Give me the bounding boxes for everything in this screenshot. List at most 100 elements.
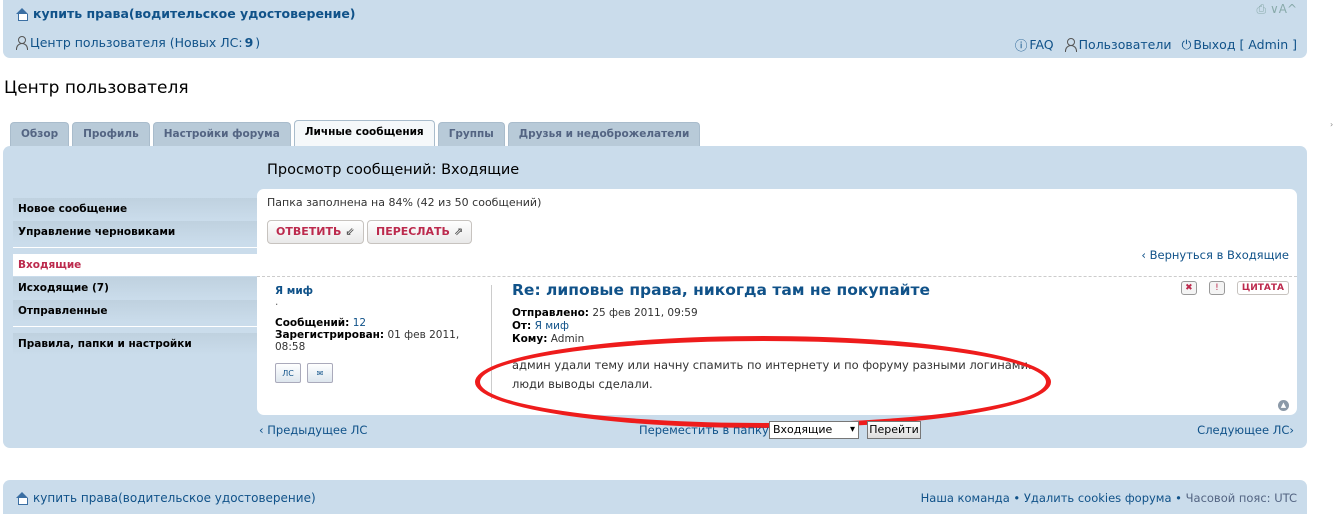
sent-line: Отправлено: 25 фев 2011, 09:59 [512,307,1282,320]
return-label: Вернуться в Входящие [1149,248,1289,262]
home-icon [15,7,29,21]
send-pm-icon[interactable]: ЛС [275,363,301,383]
ucp-panel: Просмотр сообщений: Входящие Новое сообщ… [3,146,1307,448]
author-registered: Зарегистрирован: 01 фев 2011, 08:58 [275,329,485,353]
sidebar-divider [13,247,261,248]
logout-link[interactable]: ⏻ Выход [ Admin ] [1181,37,1297,53]
return-to-inbox-link[interactable]: ‹ Вернуться в Входящие [1141,248,1289,262]
sidebar-item-sent[interactable]: Отправленные [13,300,261,322]
sidebar-divider [13,326,261,327]
message-title[interactable]: Re: липовые права, никогда там не покупа… [512,281,1282,299]
faq-icon: ⓘ [1014,38,1028,53]
breadcrumb[interactable]: купить права(водительское удостоверение) [15,6,356,21]
to-value[interactable]: Admin [551,333,584,345]
user-icon [15,36,28,50]
pm-icon-label: ЛС [282,368,294,378]
prev-label: Предыдущее ЛС [267,423,368,437]
report-icon[interactable]: ! [1208,281,1225,295]
go-button[interactable]: Перейти [867,421,921,439]
breadcrumb-link[interactable]: купить права(водительское удостоверение) [33,6,356,21]
delete-glyph: ✖ [1185,283,1193,293]
timezone-text: Часовой пояс: UTC [1185,491,1297,505]
members-icon [1064,38,1077,52]
tab-private-messages[interactable]: Личные сообщения [293,120,435,146]
tab-profile[interactable]: Профиль [72,122,150,146]
footer-bar: купить права(водительское удостоверение)… [3,480,1307,514]
font-print-controls[interactable]: ⎙ ∨A^ [1257,2,1297,17]
page-title: Центр пользователя [4,78,189,98]
author-rank: · [275,299,279,311]
next-pm-link[interactable]: Следующее ЛС› [1197,423,1294,437]
red-annotation-ellipse [475,336,1051,428]
folder-status: Папка заполнена на 84% (42 из 50 сообщен… [267,196,542,209]
power-icon: ⏻ [1181,36,1192,52]
tab-board-prefs[interactable]: Настройки форума [152,122,291,146]
next-label: Следующее ЛС [1197,423,1290,437]
from-label: От: [512,320,532,332]
email-icon[interactable]: ✉ [307,363,333,383]
forward-label: ПЕРЕСЛАТЬ [376,225,450,238]
faq-label[interactable]: FAQ [1029,37,1053,52]
home-icon [15,492,29,505]
reply-label: ОТВЕТИТЬ [276,225,342,238]
members-link[interactable]: Пользователи [1064,37,1172,52]
view-title: Просмотр сообщений: Входящие [267,162,520,178]
reply-button[interactable]: ОТВЕТИТЬ ⇙ [267,220,364,244]
members-label[interactable]: Пользователи [1079,37,1172,52]
forward-button[interactable]: ПЕРЕСЛАТЬ ⇗ [367,220,473,244]
envelope-glyph: ✉ [316,368,324,378]
back-to-top-icon[interactable]: ▲ [1278,400,1289,411]
pm-sidebar: Новое сообщение Управление черновиками В… [13,198,261,356]
footer-breadcrumb[interactable]: купить права(водительское удостоверение) [15,491,316,505]
sidebar-item-drafts[interactable]: Управление черновиками [13,221,261,243]
posts-value[interactable]: 12 [353,317,366,329]
previous-pm-link[interactable]: ‹ Предыдущее ЛС [259,423,367,437]
author-contact: ЛС ✉ [275,363,485,383]
tab-friends-foes[interactable]: Друзья и недоброжелатели [507,122,701,146]
sidebar-item-compose[interactable]: Новое сообщение [13,198,261,220]
from-line: От: Я миф [512,320,1282,333]
quote-button[interactable]: ЦИТАТА [1236,281,1289,295]
sent-value: 25 фев 2011, 09:59 [592,307,698,319]
delete-icon[interactable]: ✖ [1180,281,1197,295]
move-to-folder-label: Переместить в папку: [639,423,773,437]
print-and-fontsize-icon[interactable]: ⎙ ∨A^ [1257,2,1297,17]
ucp-close: ) [255,35,261,50]
author-profile: Я миф · Сообщений: 12 Зарегистрирован: 0… [275,285,485,383]
delete-cookies-link[interactable]: Удалить cookies форума [1024,491,1172,505]
chevron-left-icon: ‹ [1141,248,1150,262]
header-right-links: ⓘ FAQ Пользователи ⏻ Выход [ Admin ] [1015,35,1297,54]
logout-label[interactable]: Выход [ Admin ] [1193,37,1297,52]
ucp-link[interactable]: Центр пользователя (Новых ЛС: 9) [15,35,260,50]
folder-select[interactable]: Входящие [769,421,859,439]
sent-label: Отправлено: [512,307,589,319]
divider [257,276,1297,277]
tab-groups[interactable]: Группы [437,122,505,146]
quote-label: ЦИТАТА [1241,283,1284,293]
footer-breadcrumb-link[interactable]: купить права(водительское удостоверение) [33,491,316,505]
from-value[interactable]: Я миф [535,320,569,332]
new-pm-count[interactable]: 9 [245,35,254,50]
posts-label: Сообщений: [275,317,350,329]
chevron-right-icon: › [1289,423,1294,437]
header-bar: купить права(водительское удостоверение)… [3,0,1307,58]
tab-overview[interactable]: Обзор [10,122,70,146]
reply-arrow-icon: ⇙ [345,225,355,238]
ucp-label[interactable]: Центр пользователя (Новых ЛС: [30,35,243,50]
scrollbar-arrow-icon[interactable]: › [1330,120,1336,129]
message-meta: Отправлено: 25 фев 2011, 09:59 От: Я миф… [512,307,1282,346]
forward-arrow-icon: ⇗ [453,225,464,238]
warning-glyph: ! [1215,283,1219,293]
faq-link[interactable]: ⓘ FAQ [1015,35,1054,54]
sidebar-item-outbox[interactable]: Исходящие (7) [13,277,261,299]
author-posts: Сообщений: 12 [275,317,485,329]
footer-links: Наша команда • Удалить cookies форума • … [920,491,1297,505]
sidebar-item-rules-folders[interactable]: Правила, папки и настройки [13,333,261,355]
to-label: Кому: [512,333,548,345]
team-link[interactable]: Наша команда [921,491,1010,505]
author-name[interactable]: Я миф [275,285,485,297]
post-actions: ✖ ! ЦИТАТА [1180,281,1289,295]
sidebar-item-inbox[interactable]: Входящие [13,254,261,276]
registered-label: Зарегистрирован: [275,329,385,341]
ucp-tabs: Обзор Профиль Настройки форума Личные со… [10,120,701,146]
